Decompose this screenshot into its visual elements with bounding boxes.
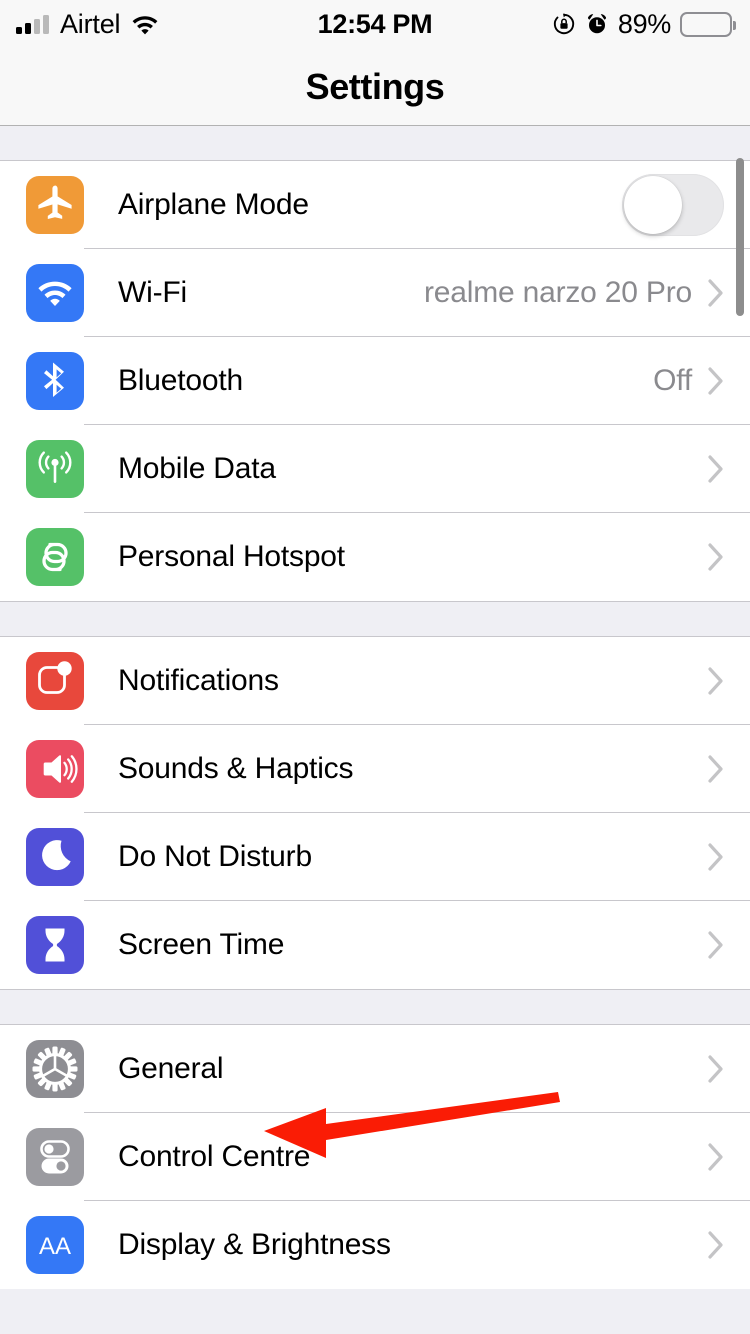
cellular-signal-icon (16, 14, 49, 34)
toggle-knob (624, 176, 682, 234)
airplane-icon (26, 176, 84, 234)
row-accessory (708, 1231, 724, 1259)
mobile-data-icon (26, 440, 84, 498)
settings-list[interactable]: Airplane Mode Wi-Fi realme narzo 20 Pro … (0, 126, 750, 1334)
settings-row-personal-hotspot[interactable]: Personal Hotspot (0, 513, 750, 601)
navigation-bar: Settings (0, 48, 750, 126)
settings-row-label-control-centre: Control Centre (118, 1140, 311, 1173)
row-accessory (622, 174, 724, 236)
status-bar: Airtel 12:54 PM 89% (0, 0, 750, 48)
row-accessory (708, 1143, 724, 1171)
chevron-right-icon (708, 1231, 724, 1259)
settings-row-label-mobile-data: Mobile Data (118, 452, 276, 485)
row-accessory (708, 755, 724, 783)
wifi-icon (131, 13, 159, 35)
row-accessory (708, 455, 724, 483)
row-accessory (708, 931, 724, 959)
settings-row-sounds-haptics[interactable]: Sounds & Haptics (0, 725, 750, 813)
group-spacer (0, 601, 750, 637)
chevron-right-icon (708, 543, 724, 571)
settings-row-bluetooth[interactable]: Bluetooth Off (0, 337, 750, 425)
battery-percentage-label: 89% (617, 8, 671, 39)
settings-row-wi-fi[interactable]: Wi-Fi realme narzo 20 Pro (0, 249, 750, 337)
settings-row-screen-time[interactable]: Screen Time (0, 901, 750, 989)
settings-row-label-general: General (118, 1052, 224, 1085)
chevron-right-icon (708, 1143, 724, 1171)
settings-row-display-brightness[interactable]: AA Display & Brightness (0, 1201, 750, 1289)
page-title: Settings (305, 65, 445, 107)
chevron-right-icon (708, 755, 724, 783)
settings-row-do-not-disturb[interactable]: Do Not Disturb (0, 813, 750, 901)
settings-row-label-bluetooth: Bluetooth (118, 364, 243, 397)
wifi-icon (26, 264, 84, 322)
moon-icon (26, 828, 84, 886)
row-accessory (708, 543, 724, 571)
row-accessory: realme narzo 20 Pro (424, 276, 724, 310)
settings-row-airplane-mode[interactable]: Airplane Mode (0, 161, 750, 249)
toggle-airplane-mode[interactable] (622, 174, 724, 236)
settings-row-value-wi-fi: realme narzo 20 Pro (423, 276, 692, 309)
settings-row-label-display-brightness: Display & Brightness (118, 1228, 391, 1261)
settings-group-1: Airplane Mode Wi-Fi realme narzo 20 Pro … (0, 161, 750, 601)
sounds-icon (26, 740, 84, 798)
settings-row-label-notifications: Notifications (118, 664, 279, 697)
chevron-right-icon (708, 455, 724, 483)
settings-row-general[interactable]: General (0, 1025, 750, 1113)
row-accessory (708, 843, 724, 871)
bluetooth-icon (26, 352, 84, 410)
alarm-clock-icon (585, 12, 609, 36)
hourglass-icon (26, 916, 84, 974)
settings-row-notifications[interactable]: Notifications (0, 637, 750, 725)
status-bar-right: 89% (552, 8, 736, 40)
vertical-scrollbar[interactable] (736, 158, 744, 316)
settings-row-label-airplane-mode: Airplane Mode (118, 188, 309, 221)
group-spacer (0, 126, 750, 161)
chevron-right-icon (708, 843, 724, 871)
gear-icon (26, 1040, 84, 1098)
status-bar-left: Airtel (16, 8, 159, 39)
row-accessory: Off (653, 364, 724, 398)
notifications-icon (26, 652, 84, 710)
settings-row-label-personal-hotspot: Personal Hotspot (118, 540, 345, 573)
settings-row-control-centre[interactable]: Control Centre (0, 1113, 750, 1201)
svg-text:AA: AA (39, 1233, 71, 1260)
chevron-right-icon (708, 1055, 724, 1083)
row-accessory (708, 1055, 724, 1083)
battery-icon (680, 11, 736, 37)
rotation-lock-icon (552, 12, 576, 36)
settings-row-mobile-data[interactable]: Mobile Data (0, 425, 750, 513)
personal-hotspot-icon (26, 528, 84, 586)
settings-row-label-wi-fi: Wi-Fi (118, 276, 187, 309)
chevron-right-icon (708, 931, 724, 959)
group-spacer (0, 989, 750, 1025)
settings-row-value-bluetooth: Off (653, 364, 692, 397)
chevron-right-icon (708, 667, 724, 695)
settings-group-3: General Control Centre AA Display & Brig… (0, 1025, 750, 1289)
carrier-label: Airtel (60, 8, 121, 39)
display-brightness-icon: AA (26, 1216, 84, 1274)
chevron-right-icon (708, 279, 724, 307)
settings-row-label-do-not-disturb: Do Not Disturb (118, 840, 312, 873)
control-centre-icon (26, 1128, 84, 1186)
chevron-right-icon (708, 367, 724, 395)
settings-group-2: Notifications Sounds & Haptics Do Not Di… (0, 637, 750, 989)
settings-row-label-screen-time: Screen Time (118, 928, 285, 961)
settings-row-label-sounds-haptics: Sounds & Haptics (118, 752, 354, 785)
row-accessory (708, 667, 724, 695)
